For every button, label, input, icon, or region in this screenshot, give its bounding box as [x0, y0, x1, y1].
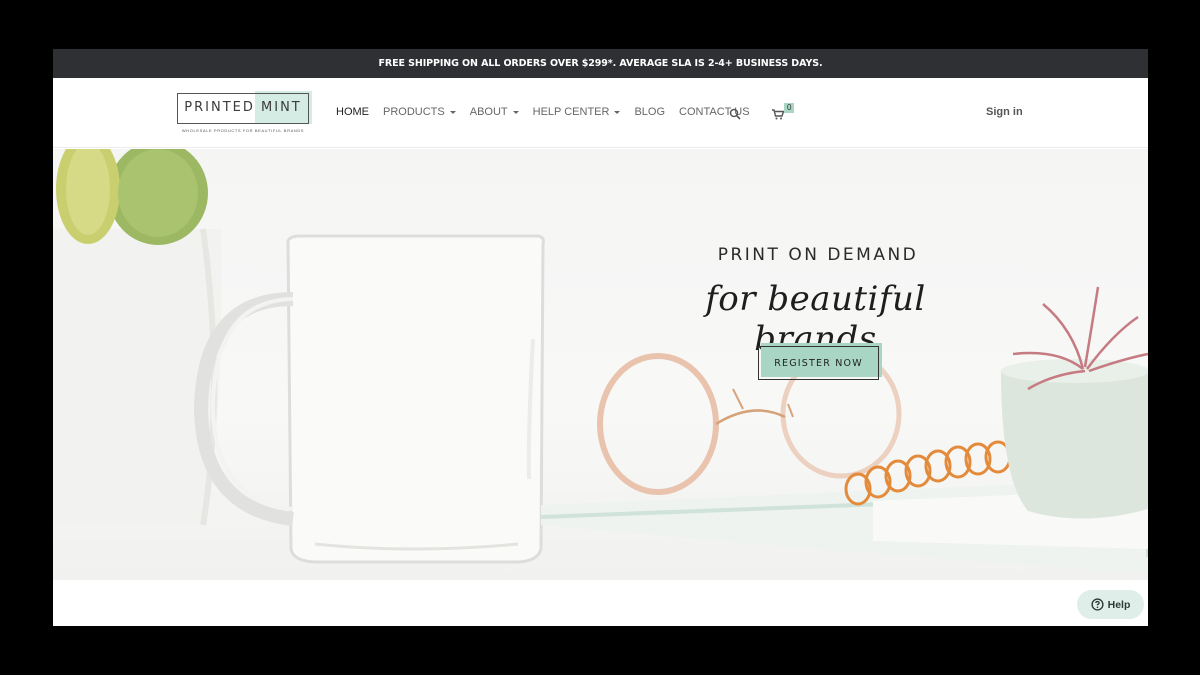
logo-wordmark: PRINTED MINT [177, 100, 309, 115]
help-label: Help [1107, 598, 1131, 611]
question-circle-icon [1091, 598, 1104, 611]
logo-word-printed: PRINTED [184, 100, 255, 115]
cart-icon [772, 109, 784, 120]
nav-blog[interactable]: BLOG [634, 106, 665, 118]
nav-home-label: HOME [336, 106, 369, 118]
nav-help-center-label: HELP CENTER [532, 106, 610, 118]
browser-page: FREE SHIPPING ON ALL ORDERS OVER $299*. … [53, 49, 1148, 626]
nav-about-label: ABOUT [469, 106, 508, 118]
register-button-wrap: REGISTER NOW [758, 343, 882, 383]
sign-in-link[interactable]: Sign in [986, 106, 1023, 118]
main-nav: HOME PRODUCTS ABOUT HELP CENTER BLOG CON… [336, 106, 764, 118]
nav-products-label: PRODUCTS [383, 106, 445, 118]
register-now-button[interactable]: REGISTER NOW [758, 346, 879, 380]
nav-products[interactable]: PRODUCTS [383, 106, 456, 118]
header-navbar: PRINTED MINT wholesale products for beau… [53, 78, 1148, 148]
caret-down-icon [449, 110, 456, 114]
logo-word-mint: MINT [261, 100, 302, 115]
site-logo[interactable]: PRINTED MINT wholesale products for beau… [177, 91, 312, 133]
hero-background-image [53, 149, 1148, 574]
search-icon[interactable] [729, 108, 741, 120]
hero-title: PRINT ON DEMAND [717, 245, 919, 265]
help-widget-button[interactable]: Help [1077, 590, 1144, 619]
nav-about[interactable]: ABOUT [470, 106, 519, 118]
caret-down-icon [614, 110, 621, 114]
promo-banner: FREE SHIPPING ON ALL ORDERS OVER $299*. … [53, 49, 1148, 78]
hero-banner: PRINT ON DEMAND for beautiful brands REG… [53, 149, 1148, 580]
nav-blog-label: BLOG [634, 106, 666, 118]
promo-text: FREE SHIPPING ON ALL ORDERS OVER $299*. … [378, 58, 823, 69]
nav-home[interactable]: HOME [336, 106, 369, 118]
nav-help-center[interactable]: HELP CENTER [533, 106, 621, 118]
cart-button[interactable]: 0 [772, 103, 802, 121]
cart-count-badge: 0 [784, 103, 795, 113]
caret-down-icon [512, 110, 519, 114]
logo-tagline: wholesale products for beautiful brands [181, 128, 305, 133]
